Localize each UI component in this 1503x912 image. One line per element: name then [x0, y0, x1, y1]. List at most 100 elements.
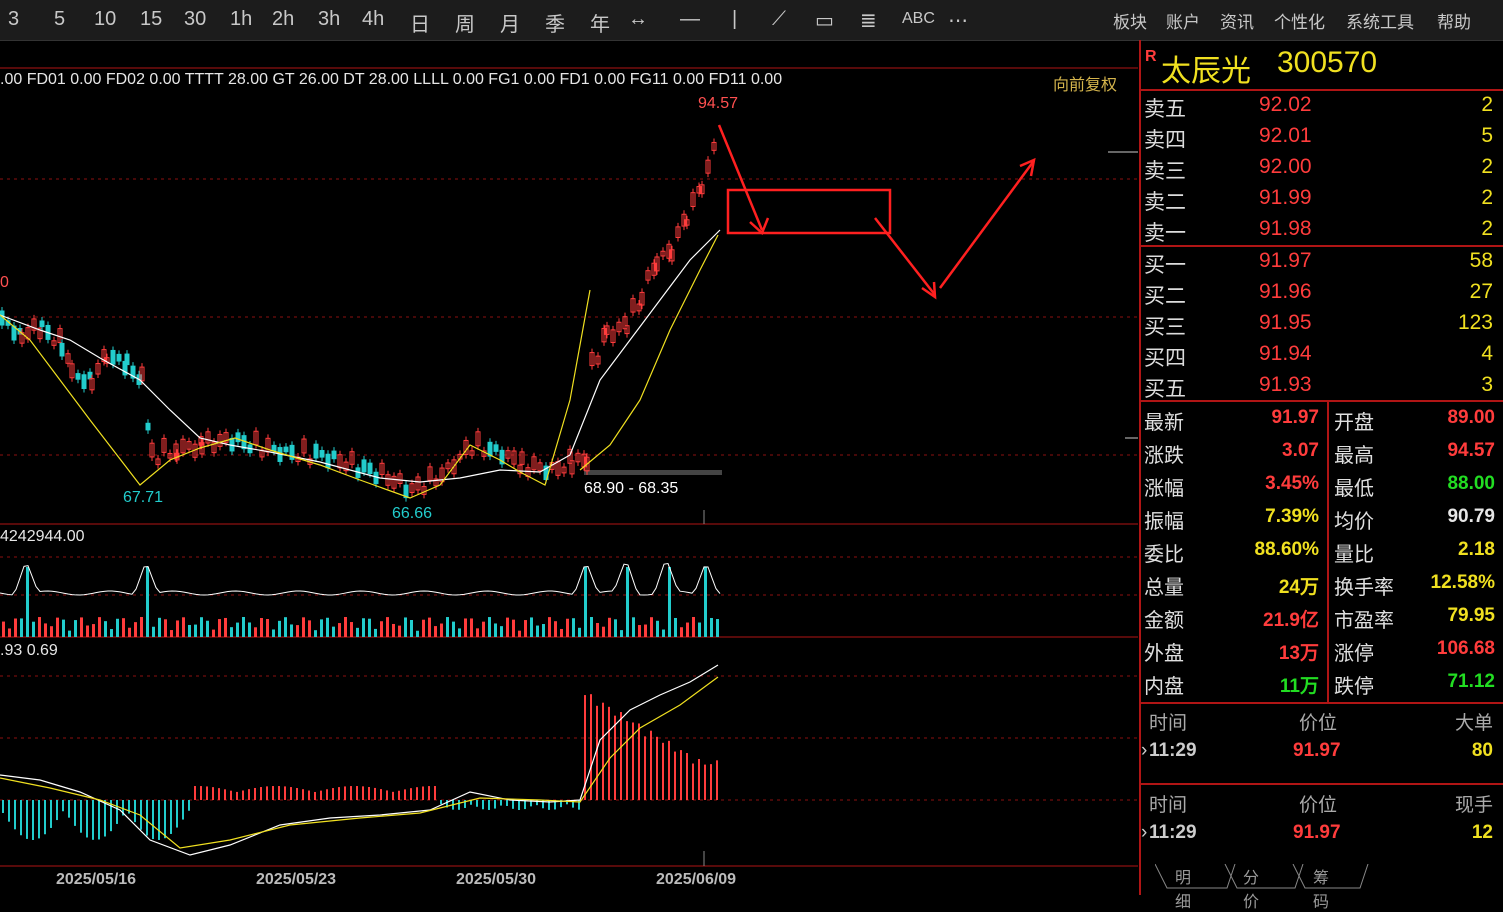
stat-label: 最新 — [1144, 412, 1184, 434]
ask-row[interactable]: 卖一 91.98 2 — [1141, 215, 1503, 246]
macd-bar — [416, 787, 418, 800]
volume-bar — [128, 627, 131, 637]
bid-row[interactable]: 买二 91.96 27 — [1141, 278, 1503, 309]
tab-detail[interactable]: 明细 — [1175, 864, 1191, 912]
volume-bar — [626, 567, 629, 637]
macd-bar — [164, 800, 166, 839]
period-button[interactable]: 5 — [54, 8, 65, 31]
period-button[interactable]: 日 — [410, 8, 430, 37]
volume-bar — [602, 626, 605, 637]
annotation-box — [726, 188, 892, 235]
macd-bar — [26, 800, 28, 839]
more-icon[interactable]: ⋯ — [948, 8, 968, 33]
period-button[interactable]: 月 — [500, 8, 520, 37]
macd-bar — [242, 790, 244, 800]
volume-bar — [218, 619, 221, 637]
volume-bar — [410, 620, 413, 637]
hline-tool-icon[interactable]: — — [680, 8, 700, 31]
stat-value: 88.00 — [1447, 473, 1495, 494]
dea-line — [0, 676, 719, 849]
macd-bar — [422, 786, 424, 800]
bid-row[interactable]: 买三 91.95 123 — [1141, 309, 1503, 340]
macd-bar — [236, 791, 238, 800]
volume-bar — [494, 623, 497, 637]
candle — [367, 462, 373, 475]
draw-tool-icon[interactable]: ↔ — [628, 8, 648, 31]
period-button[interactable]: 15 — [140, 8, 162, 31]
period-button[interactable]: 4h — [362, 8, 384, 31]
abc-tool-button[interactable]: ABC — [902, 10, 935, 28]
period-button[interactable]: 3 — [8, 8, 19, 31]
period-button[interactable]: 年 — [590, 8, 610, 37]
period-button[interactable]: 10 — [94, 8, 116, 31]
macd-bar — [182, 800, 184, 820]
period-button[interactable]: 季 — [545, 8, 565, 37]
ask-row[interactable]: 卖三 92.00 2 — [1141, 153, 1503, 184]
volume-bar — [320, 619, 323, 637]
menu-item[interactable]: 个性化 — [1274, 8, 1325, 33]
bid-row[interactable]: 买五 91.93 3 — [1141, 371, 1503, 402]
volume-bar — [212, 629, 215, 637]
tab-price-split[interactable]: 分价 — [1243, 864, 1259, 912]
date-label: 2025/05/30 — [456, 871, 537, 888]
macd-bar — [152, 800, 154, 840]
macd-bar — [638, 723, 640, 800]
order-price: 91.95 — [1259, 311, 1312, 334]
menu-item[interactable]: 板块 — [1113, 8, 1147, 33]
period-button[interactable]: 30 — [184, 8, 206, 31]
bid-row[interactable]: 买一 91.97 58 — [1141, 247, 1503, 278]
period-button[interactable]: 周 — [455, 8, 475, 37]
order-price: 91.93 — [1259, 373, 1312, 396]
macd-bar — [344, 786, 346, 800]
ask-row[interactable]: 卖五 92.02 2 — [1141, 91, 1503, 122]
line-tool-icon[interactable]: ⟋ — [772, 8, 786, 31]
restore-mode-label[interactable]: 向前复权 — [1053, 71, 1117, 95]
stat-label: 开盘 — [1334, 412, 1374, 434]
rect-tool-icon[interactable]: ▭ — [815, 8, 834, 33]
macd-bar — [56, 800, 58, 821]
volume-bar — [518, 630, 521, 637]
text-tool-icon[interactable]: ≣ — [860, 8, 877, 33]
trades2-price: 91.97 — [1293, 822, 1341, 843]
volume-bar — [608, 617, 611, 637]
period-button[interactable]: 1h — [230, 8, 252, 31]
trades2-time: 11:29 — [1149, 822, 1197, 843]
volume-bar — [710, 617, 713, 637]
trades1-header-vol: 大单 — [1454, 713, 1493, 734]
macd-bar — [32, 800, 34, 840]
volume-bar — [716, 619, 719, 637]
ask-row[interactable]: 卖四 92.01 5 — [1141, 122, 1503, 153]
stat-value: 90.79 — [1447, 506, 1495, 527]
volume-bar — [392, 623, 395, 637]
volume-bar — [200, 617, 203, 637]
macd-bar — [20, 800, 22, 836]
kline-chart[interactable]: .00 FD01 0.00 FD02 0.00 TTTT 28.00 GT 26… — [0, 40, 1138, 895]
macd-bar — [206, 786, 208, 800]
macd-bar — [362, 786, 364, 800]
volume-bar — [374, 628, 377, 637]
order-label: 卖一 — [1144, 222, 1186, 245]
macd-bar — [116, 800, 118, 824]
vline-tool-icon[interactable]: | — [732, 8, 737, 31]
volume-bar — [506, 617, 509, 637]
macd-bar — [296, 788, 298, 800]
period-button[interactable]: 3h — [318, 8, 340, 31]
volume-bar — [422, 619, 425, 637]
ask-row[interactable]: 卖二 91.99 2 — [1141, 184, 1503, 215]
macd-bar — [656, 736, 658, 800]
period-button[interactable]: 2h — [272, 8, 294, 31]
menu-item[interactable]: 资讯 — [1220, 8, 1254, 33]
volume-bar — [440, 623, 443, 637]
macd-bar — [512, 800, 514, 809]
date-label: 2025/06/09 — [656, 871, 737, 888]
menu-item[interactable]: 账户 — [1166, 8, 1200, 33]
menu-item[interactable]: 系统工具 — [1346, 8, 1414, 33]
menu-item[interactable]: 帮助 — [1437, 8, 1471, 33]
volume-bar — [56, 617, 59, 637]
macd-indicator-line: .93 0.69 — [0, 642, 58, 659]
tab-chips[interactable]: 筹码 — [1313, 864, 1329, 912]
macd-bar — [650, 730, 652, 800]
macd-bar — [80, 800, 82, 833]
bid-row[interactable]: 买四 91.94 4 — [1141, 340, 1503, 371]
candle — [81, 374, 87, 390]
